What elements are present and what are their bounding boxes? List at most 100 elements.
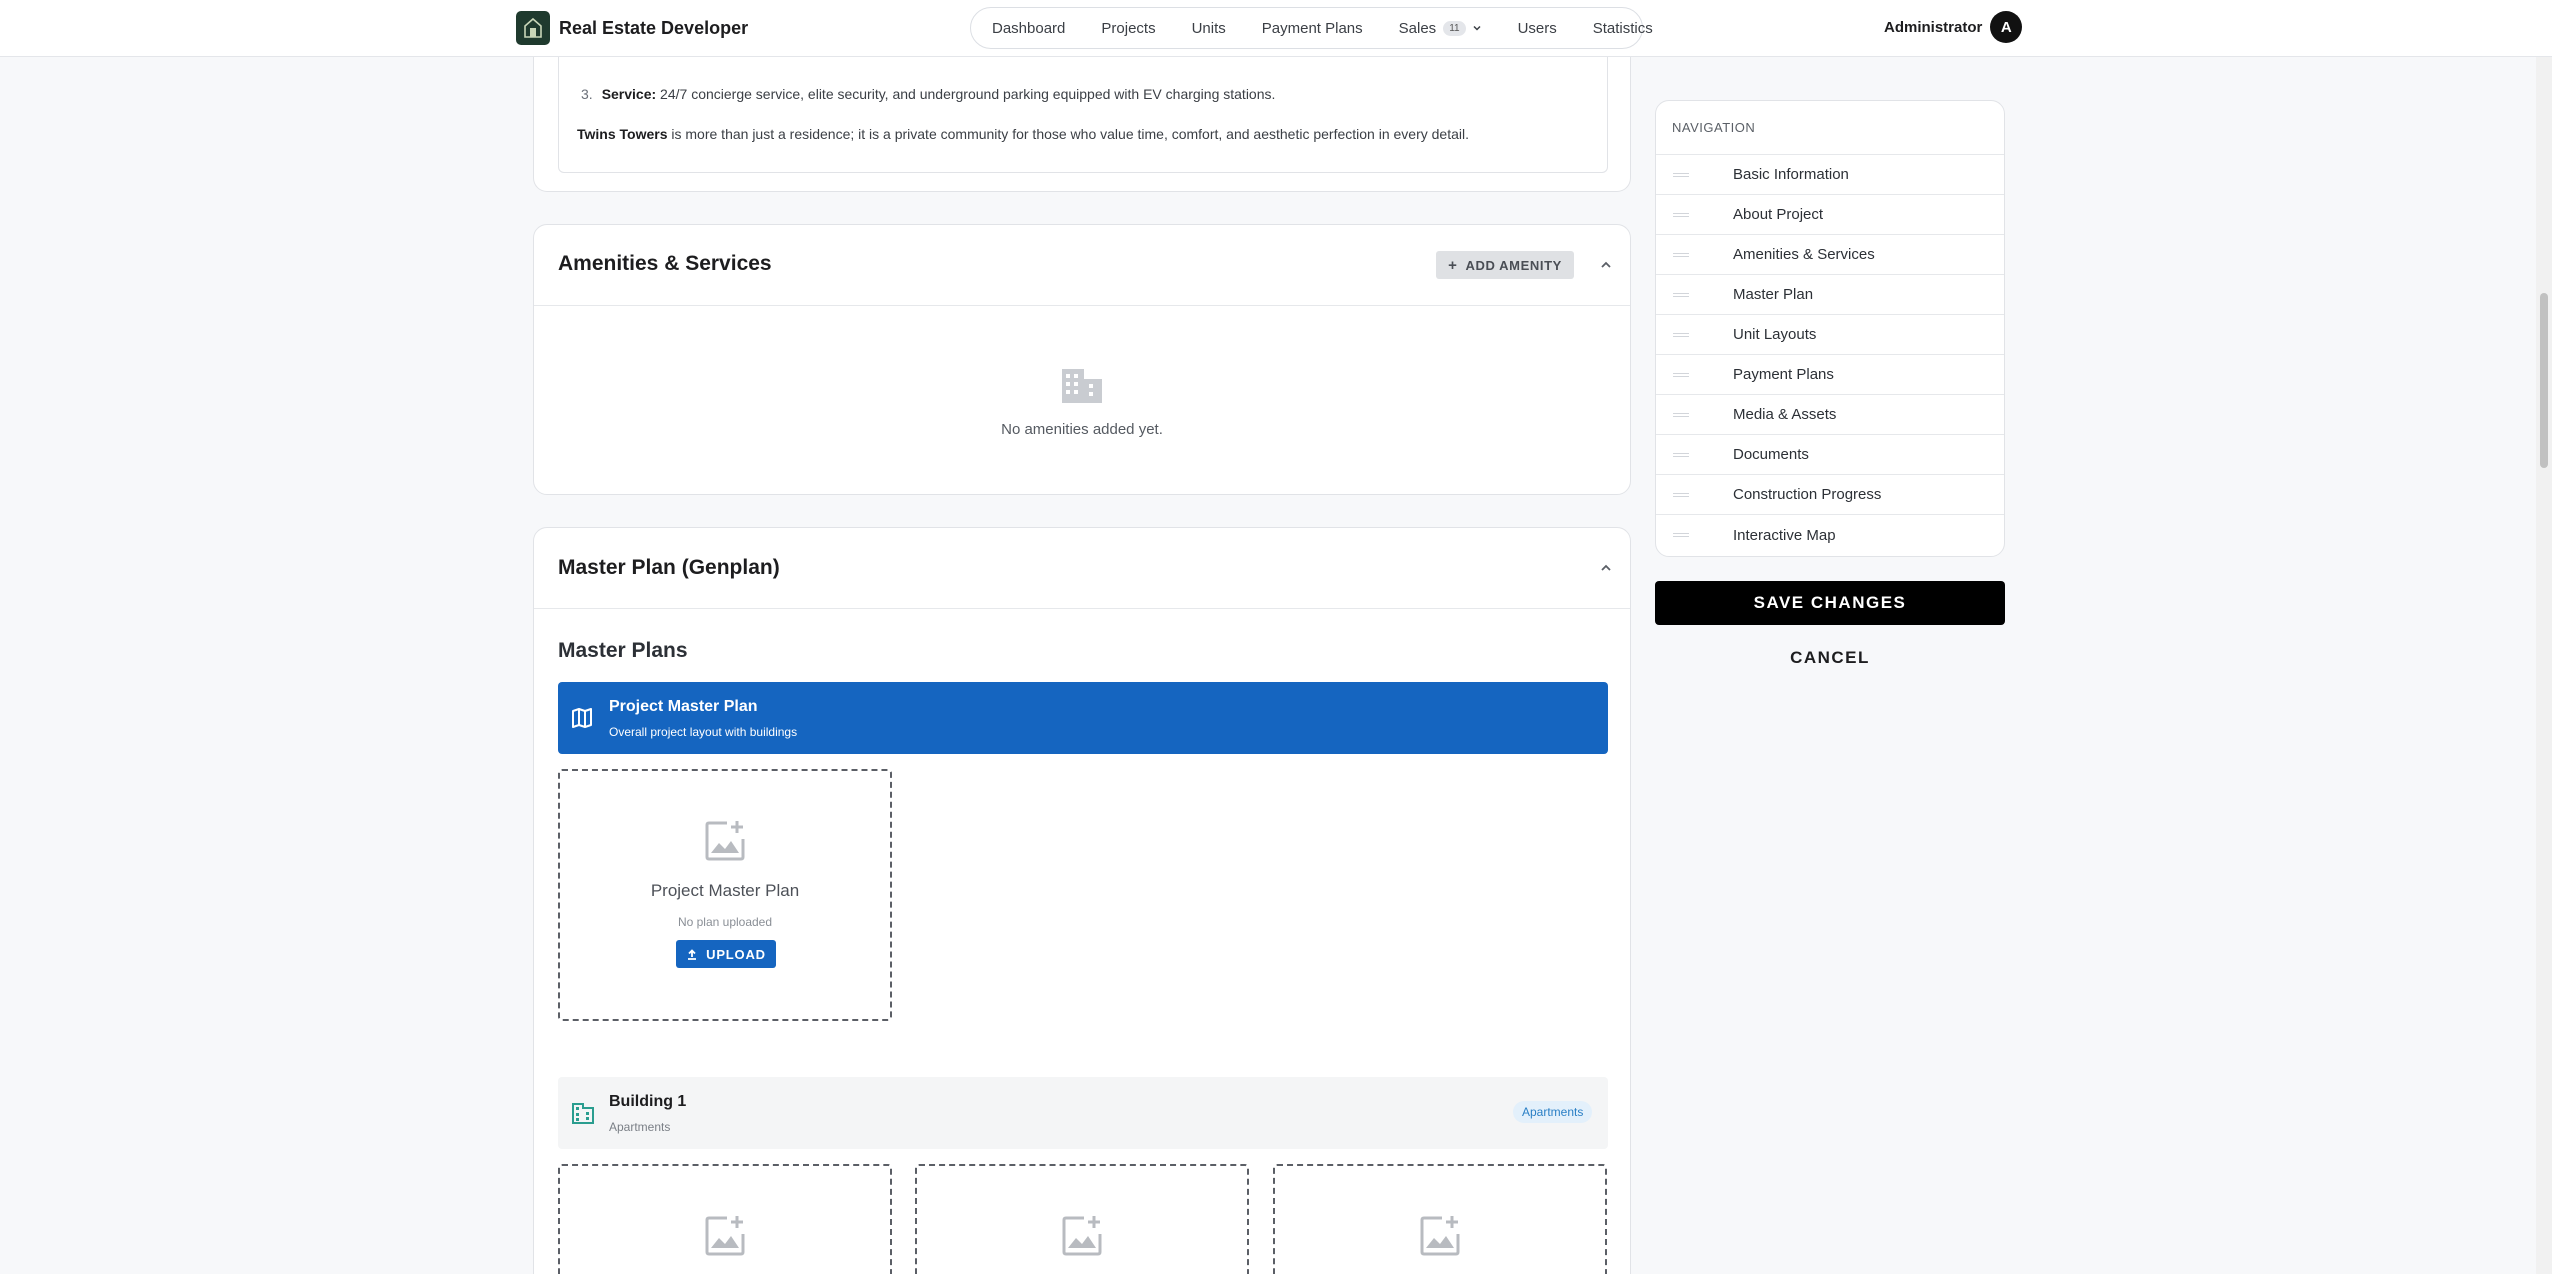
drag-handle-icon[interactable] bbox=[1673, 452, 1689, 457]
add-amenity-label: ADD AMENITY bbox=[1465, 257, 1562, 273]
cancel-button[interactable]: CANCEL bbox=[1655, 643, 2005, 673]
building-type-chip: Apartments bbox=[1513, 1101, 1593, 1123]
nav-item-about-project[interactable]: About Project bbox=[1656, 195, 2004, 235]
brand[interactable]: Real Estate Developer bbox=[516, 11, 748, 45]
nav-item-label: Construction Progress bbox=[1733, 486, 1882, 503]
drag-handle-icon[interactable] bbox=[1673, 412, 1689, 417]
page-scrollbar[interactable] bbox=[2536, 0, 2552, 1274]
building-title: Building 1 bbox=[609, 1093, 687, 1110]
building-plan-dropzone[interactable] bbox=[915, 1164, 1249, 1274]
nav-item-label: Basic Information bbox=[1733, 166, 1849, 183]
master-plans-subtitle: Master Plans bbox=[558, 639, 688, 662]
plan-title: Project Master Plan bbox=[609, 698, 758, 715]
building-icon bbox=[572, 1103, 594, 1124]
building-type: Apartments bbox=[609, 1120, 671, 1134]
upload-label: UPLOAD bbox=[706, 946, 766, 962]
scrollbar-thumb[interactable] bbox=[2540, 293, 2548, 468]
about-summary: Twins Towers is more than just a residen… bbox=[577, 126, 1469, 142]
upload-button[interactable]: UPLOAD bbox=[676, 940, 776, 968]
navigation-heading: NAVIGATION bbox=[1656, 101, 2004, 155]
add-photo-icon bbox=[705, 821, 745, 861]
building-plan-dropzone[interactable] bbox=[558, 1164, 892, 1274]
empty-message: No amenities added yet. bbox=[1001, 421, 1163, 438]
avatar: A bbox=[1990, 11, 2023, 43]
nav-dashboard[interactable]: Dashboard bbox=[992, 20, 1065, 37]
add-amenity-button[interactable]: + ADD AMENITY bbox=[1436, 251, 1574, 279]
user-menu[interactable]: Administrator A bbox=[1884, 11, 2023, 43]
master-plan-title: Master Plan (Genplan) bbox=[558, 556, 780, 579]
empty-state bbox=[534, 365, 1630, 410]
main-nav: Dashboard Projects Units Payment Plans S… bbox=[970, 7, 1653, 49]
nav-item-label: Amenities & Services bbox=[1733, 246, 1875, 263]
nav-item-payment-plans[interactable]: Payment Plans bbox=[1656, 355, 2004, 395]
item-text: 24/7 concierge service, elite security, … bbox=[656, 86, 1276, 102]
nav-item-label: Media & Assets bbox=[1733, 406, 1837, 423]
nav-item-interactive-map[interactable]: Interactive Map bbox=[1656, 515, 2004, 555]
collapse-amenities-button[interactable] bbox=[1594, 253, 1618, 277]
amenities-header: Amenities & Services + ADD AMENITY bbox=[534, 225, 1630, 306]
add-photo-icon bbox=[1420, 1216, 1460, 1256]
project-master-plan-tab[interactable]: Project Master Plan Overall project layo… bbox=[558, 682, 1608, 754]
master-plan-dropzone[interactable]: Project Master Plan No plan uploaded UPL… bbox=[558, 769, 892, 1021]
drag-handle-icon[interactable] bbox=[1673, 212, 1689, 217]
nav-item-basic-information[interactable]: Basic Information bbox=[1656, 155, 2004, 195]
nav-item-master-plan[interactable]: Master Plan bbox=[1656, 275, 2004, 315]
nav-item-label: About Project bbox=[1733, 206, 1824, 223]
nav-projects[interactable]: Projects bbox=[1101, 20, 1155, 37]
user-name: Administrator bbox=[1884, 18, 1983, 36]
nav-units[interactable]: Units bbox=[1192, 20, 1226, 37]
nav-item-label: Interactive Map bbox=[1733, 526, 1836, 544]
save-changes-button[interactable]: SAVE CHANGES bbox=[1655, 581, 2005, 625]
collapse-master-plan-button[interactable] bbox=[1594, 556, 1618, 580]
upload-icon bbox=[688, 949, 697, 960]
building-row[interactable]: Building 1 Apartments Apartments bbox=[558, 1077, 1608, 1149]
nav-item-label: Master Plan bbox=[1733, 286, 1814, 303]
chevron-down-icon bbox=[1473, 25, 1481, 31]
drag-handle-icon[interactable] bbox=[1673, 252, 1689, 257]
chevron-up-icon bbox=[1601, 261, 1611, 268]
building-logo-icon bbox=[516, 11, 550, 45]
about-content-box: 3. Service: 24/7 concierge service, elite… bbox=[558, 50, 1608, 173]
drag-handle-icon[interactable] bbox=[1673, 492, 1689, 497]
sales-count-badge: 11 bbox=[1443, 20, 1466, 36]
item-label: Service: bbox=[601, 86, 657, 102]
amenities-card: Amenities & Services + ADD AMENITY No am… bbox=[533, 224, 1631, 495]
master-plan-card: Master Plan (Genplan) Master Plans Proje… bbox=[533, 527, 1631, 1274]
nav-item-amenities[interactable]: Amenities & Services bbox=[1656, 235, 2004, 275]
plus-icon: + bbox=[1448, 256, 1458, 274]
amenities-title: Amenities & Services bbox=[558, 252, 772, 275]
chevron-up-icon bbox=[1601, 564, 1611, 571]
nav-item-documents[interactable]: Documents bbox=[1656, 435, 2004, 475]
drag-handle-icon[interactable] bbox=[1673, 372, 1689, 377]
nav-statistics[interactable]: Statistics bbox=[1593, 20, 1653, 37]
nav-sales[interactable]: Sales 11 bbox=[1399, 20, 1482, 37]
drag-handle-icon[interactable] bbox=[1673, 172, 1689, 177]
nav-payment-plans[interactable]: Payment Plans bbox=[1262, 20, 1363, 37]
nav-users[interactable]: Users bbox=[1518, 20, 1557, 37]
nav-item-label: Unit Layouts bbox=[1733, 326, 1817, 343]
building-icon bbox=[1062, 369, 1102, 403]
section-navigation: NAVIGATION Basic Information About Proje… bbox=[1655, 100, 2005, 557]
nav-item-media-assets[interactable]: Media & Assets bbox=[1656, 395, 2004, 435]
top-bar: Real Estate Developer Dashboard Projects… bbox=[0, 0, 2552, 57]
drag-handle-icon[interactable] bbox=[1673, 533, 1689, 537]
drag-handle-icon[interactable] bbox=[1673, 292, 1689, 297]
building-plan-dropzone[interactable] bbox=[1273, 1164, 1607, 1274]
list-number: 3. bbox=[581, 86, 593, 102]
upload-status: No plan uploaded bbox=[677, 915, 773, 929]
summary-project-name: Twins Towers bbox=[577, 126, 668, 142]
upload-title: Project Master Plan bbox=[650, 881, 800, 900]
brand-name: Real Estate Developer bbox=[559, 17, 749, 38]
drag-handle-icon[interactable] bbox=[1673, 332, 1689, 337]
plan-description: Overall project layout with buildings bbox=[609, 725, 798, 739]
add-photo-icon bbox=[705, 1216, 745, 1256]
nav-item-construction-progress[interactable]: Construction Progress bbox=[1656, 475, 2004, 515]
nav-item-label: Documents bbox=[1733, 446, 1809, 463]
master-plan-header: Master Plan (Genplan) bbox=[534, 528, 1630, 609]
about-list-item: 3. Service: 24/7 concierge service, elite… bbox=[581, 86, 1275, 102]
summary-text: is more than just a residence; it is a p… bbox=[667, 126, 1469, 142]
nav-item-label: Payment Plans bbox=[1733, 366, 1834, 383]
nav-item-unit-layouts[interactable]: Unit Layouts bbox=[1656, 315, 2004, 355]
add-photo-icon bbox=[1062, 1216, 1102, 1256]
map-icon bbox=[572, 708, 592, 728]
